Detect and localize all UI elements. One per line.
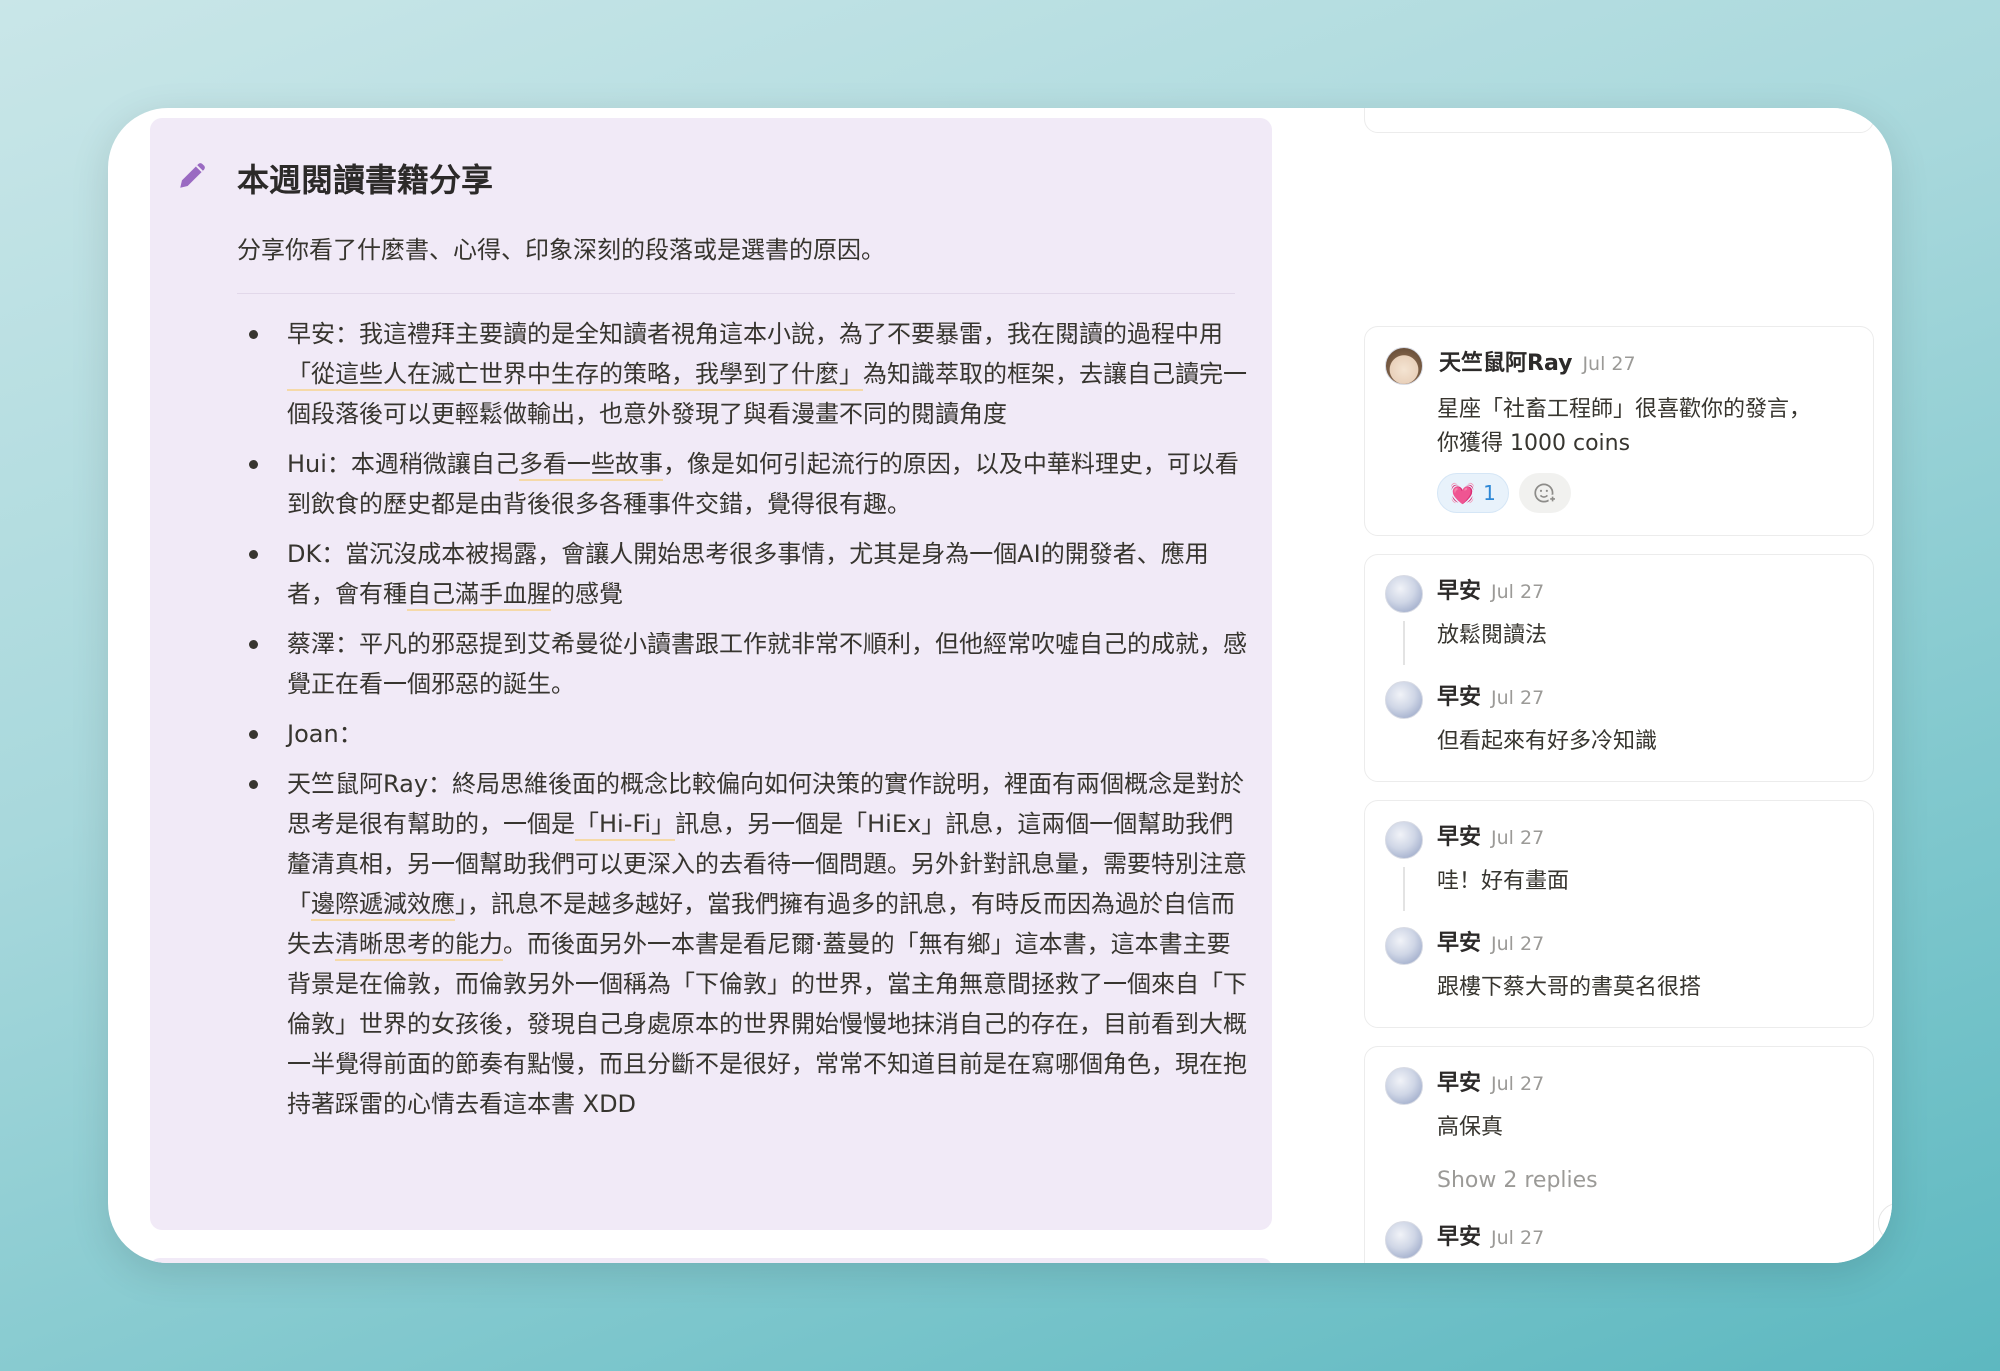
heart-icon: 💓 <box>1450 481 1476 505</box>
callout-title: 本週閱讀書籍分享 <box>237 161 494 199</box>
author-name[interactable]: 早安 <box>1437 1071 1481 1096</box>
app-window: 本週閱讀書籍分享 分享你看了什麼書、心得、印象深刻的段落或是選書的原因。 早安：… <box>108 108 1892 1263</box>
bullet-dot <box>249 780 258 789</box>
highlighted-text: 清晰思考的能力 <box>335 930 503 961</box>
show-replies-link[interactable]: Show 2 replies <box>1437 1165 1598 1197</box>
avatar[interactable] <box>1385 575 1423 613</box>
comment-card[interactable]: 早安 Jul 27 放鬆閱讀法 早安 Jul 27 但看起來有好多冷知識 <box>1364 554 1874 782</box>
comment-author: 早安 Jul 27 <box>1437 1069 1544 1099</box>
bullet-text: Joan： <box>287 720 363 748</box>
bullet-dot <box>249 460 258 469</box>
comment-date: Jul 27 <box>1491 581 1545 603</box>
comment-author: 早安 Jul 27 <box>1437 577 1544 607</box>
bullet-text: 的感覺 <box>551 580 623 608</box>
thread-line <box>1403 867 1405 911</box>
author-name[interactable]: 早安 <box>1437 579 1481 604</box>
author-name[interactable]: 天竺鼠阿Ray <box>1439 351 1572 376</box>
comment-date: Jul 27 <box>1491 687 1545 709</box>
scroll-button[interactable] <box>1878 1203 1892 1243</box>
bullet-item: 天竺鼠阿Ray：終局思維後面的概念比較偏向如何決策的實作說明，裡面有兩個概念是對… <box>237 764 1247 1124</box>
bullet-dot <box>249 640 258 649</box>
bullet-dot <box>249 730 258 739</box>
comment-author: 天竺鼠阿Ray Jul 27 <box>1439 349 1636 379</box>
highlighted-text: 「從這些人在滅亡世界中生存的策略，我學到了什麼」 <box>287 360 863 391</box>
add-reaction-icon <box>1534 483 1557 504</box>
callout-subtitle: 分享你看了什麼書、心得、印象深刻的段落或是選書的原因。 <box>237 236 885 264</box>
comment-text-line: 你獲得 1000 coins <box>1437 431 1631 456</box>
comment-date: Jul 27 <box>1582 353 1636 375</box>
avatar[interactable] <box>1385 927 1423 965</box>
comment-card[interactable]: 早安 Jul 27 哇！好有畫面 早安 Jul 27 跟樓下蔡大哥的書莫名很搭 <box>1364 800 1874 1028</box>
avatar[interactable] <box>1385 1067 1423 1105</box>
author-name[interactable]: 早安 <box>1437 1225 1481 1250</box>
avatar[interactable] <box>1385 347 1423 385</box>
author-name[interactable]: 早安 <box>1437 825 1481 850</box>
comment-date: Jul 27 <box>1491 1073 1545 1095</box>
author-name[interactable]: 早安 <box>1437 931 1481 956</box>
reading-share-callout: 本週閱讀書籍分享 分享你看了什麼書、心得、印象深刻的段落或是選書的原因。 早安：… <box>150 118 1272 1230</box>
comment-date: Jul 27 <box>1491 827 1545 849</box>
bullet-text: Hui：本週稍微讓自己 <box>287 450 519 478</box>
bullet-dot <box>249 330 258 339</box>
divider <box>237 293 1235 294</box>
bullet-item: DK：當沉沒成本被揭露，會讓人開始思考很多事情，尤其是身為一個AI的開發者、應用… <box>237 534 1247 614</box>
add-reaction-button[interactable] <box>1519 473 1571 513</box>
bullet-item: 蔡澤：平凡的邪惡提到艾希曼從小讀書跟工作就非常不順利，但他經常吹噓自己的成就，感… <box>237 624 1247 704</box>
comment-date: Jul 27 <box>1491 1227 1545 1249</box>
comment-card[interactable]: 天竺鼠阿Ray Jul 27 星座「社畜工程師」很喜歡你的發言， 你獲得 1000… <box>1364 326 1874 536</box>
comment-text: 星座「社畜工程師」很喜歡你的發言， 你獲得 1000 coins <box>1437 393 1857 461</box>
next-callout-edge <box>150 1258 1272 1263</box>
bullet-text: 蔡澤：平凡的邪惡提到艾希曼從小讀書跟工作就非常不順利，但他經常吹噓自己的成就，感… <box>287 630 1247 698</box>
highlighted-text: 自己滿手血腥 <box>407 580 551 611</box>
comment-text: 哇！好有畫面 <box>1437 869 1570 894</box>
comment-card-partial <box>1364 108 1874 133</box>
author-name[interactable]: 早安 <box>1437 685 1481 710</box>
avatar[interactable] <box>1385 1221 1423 1259</box>
comment-author: 早安 Jul 27 <box>1437 683 1544 713</box>
thread-line <box>1403 621 1405 665</box>
comment-text: 高保真 <box>1437 1115 1504 1140</box>
comment-card[interactable]: 早安 Jul 27 高保真 Show 2 replies 早安 Jul 27 <box>1364 1046 1874 1263</box>
bullet-dot <box>249 550 258 559</box>
bullet-text: 早安：我這禮拜主要讀的是全知讀者視角這本小說，為了不要暴雷，我在閱讀的過程中用 <box>287 320 1223 348</box>
bullet-item: 早安：我這禮拜主要讀的是全知讀者視角這本小說，為了不要暴雷，我在閱讀的過程中用「… <box>237 314 1247 434</box>
reaction-count: 1 <box>1483 481 1496 505</box>
comment-date: Jul 27 <box>1491 933 1545 955</box>
bullet-item: Hui：本週稍微讓自己多看一些故事，像是如何引起流行的原因，以及中華料理史，可以… <box>237 444 1247 524</box>
comment-author: 早安 Jul 27 <box>1437 1223 1544 1253</box>
highlighted-text: 多看一些故事 <box>518 450 663 481</box>
comment-text-line: 星座「社畜工程師」很喜歡你的發言， <box>1437 397 1812 422</box>
bullet-item: Joan： <box>237 714 1247 754</box>
heart-reaction[interactable]: 💓 1 <box>1437 473 1509 513</box>
avatar[interactable] <box>1385 681 1423 719</box>
comment-author: 早安 Jul 27 <box>1437 929 1544 959</box>
pencil-icon <box>180 163 205 188</box>
avatar[interactable] <box>1385 821 1423 859</box>
highlighted-text: 邊際遞減效應 <box>311 890 455 921</box>
highlighted-text: 「Hi-Fi」 <box>575 810 676 841</box>
comment-text: 放鬆閱讀法 <box>1437 623 1548 648</box>
comment-author: 早安 Jul 27 <box>1437 823 1544 853</box>
bullet-list: 早安：我這禮拜主要讀的是全知讀者視角這本小說，為了不要暴雷，我在閱讀的過程中用「… <box>237 314 1247 1134</box>
comment-text: 但看起來有好多冷知識 <box>1437 729 1658 754</box>
comment-text: 跟樓下蔡大哥的書莫名很搭 <box>1437 975 1702 1000</box>
